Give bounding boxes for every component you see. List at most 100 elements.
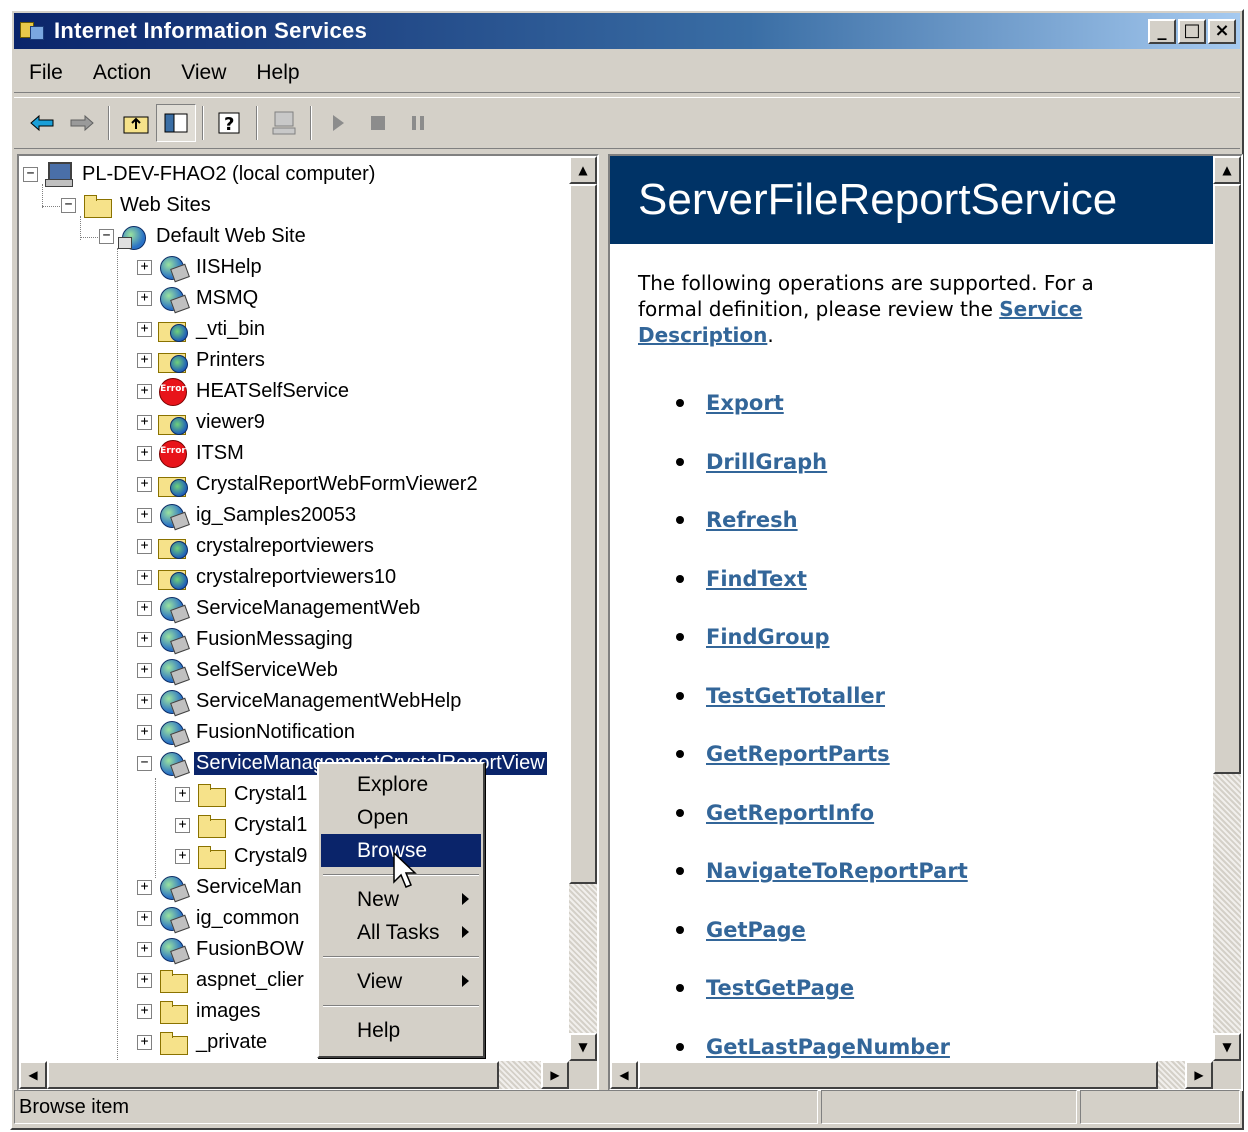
menu-item-help[interactable]: Help <box>321 1014 481 1047</box>
scroll-thumb[interactable] <box>569 184 597 884</box>
operation-link-getlastpagenumber[interactable]: GetLastPageNumber <box>706 1035 950 1059</box>
tree-node-web-sites[interactable]: − Web Sites <box>61 190 213 220</box>
scroll-left-icon[interactable]: ◀ <box>610 1061 638 1089</box>
tree-node-ig-samples20053[interactable]: + ig_Samples20053 <box>137 500 358 530</box>
scroll-thumb[interactable] <box>638 1061 1158 1089</box>
tree-node-iishelp[interactable]: + IISHelp <box>137 252 264 282</box>
tree-node-heatselfservice[interactable]: +HEATSelfService <box>137 376 351 406</box>
scroll-down-icon[interactable]: ▼ <box>1213 1033 1241 1061</box>
maximize-button[interactable]: □ <box>1178 18 1206 44</box>
tree-node-servicemanagementwebhelp[interactable]: + ServiceManagementWebHelp <box>137 686 463 716</box>
expand-icon[interactable]: + <box>137 445 152 461</box>
operation-link-drillgraph[interactable]: DrillGraph <box>706 450 827 474</box>
scroll-left-icon[interactable]: ◀ <box>19 1061 47 1089</box>
scroll-thumb[interactable] <box>47 1061 499 1089</box>
up-folder-icon[interactable] <box>116 104 156 142</box>
back-arrow-icon[interactable] <box>22 104 62 142</box>
scroll-thumb[interactable] <box>1213 184 1241 774</box>
operation-link-refresh[interactable]: Refresh <box>706 508 798 532</box>
expand-icon[interactable]: + <box>175 817 190 833</box>
tree-node-private[interactable]: + _private <box>137 1027 269 1057</box>
operation-link-testgettotaller[interactable]: TestGetTotaller <box>706 684 885 708</box>
expand-icon[interactable]: + <box>137 662 152 678</box>
tree-view[interactable]: − PL-DEV-FHAO2 (local computer) − Web Si… <box>19 156 571 1063</box>
operation-link-getpage[interactable]: GetPage <box>706 918 806 942</box>
expand-icon[interactable]: + <box>137 321 152 337</box>
tree-node-fusionbow[interactable]: + FusionBOW <box>137 934 306 964</box>
tree-node-selfserviceweb[interactable]: + SelfServiceWeb <box>137 655 340 685</box>
tree-node-crystal1-a[interactable]: + Crystal1 <box>175 779 309 809</box>
close-button[interactable]: × <box>1208 18 1236 44</box>
help-icon[interactable]: ? <box>210 104 250 142</box>
tree-node-root[interactable]: − PL-DEV-FHAO2 (local computer) <box>23 159 377 189</box>
menu-file[interactable]: File <box>14 61 78 85</box>
menu-item-explore[interactable]: Explore <box>321 768 481 801</box>
title-bar[interactable]: Internet Information Services _ □ × <box>14 13 1240 49</box>
expand-icon[interactable]: + <box>137 507 152 523</box>
tree-node-fusionnotification[interactable]: + FusionNotification <box>137 717 357 747</box>
tree-node-aspnet-client[interactable]: + aspnet_clier <box>137 965 306 995</box>
collapse-icon[interactable]: − <box>23 166 38 182</box>
tree-node-servicemanagementweb[interactable]: + ServiceManagementWeb <box>137 593 422 623</box>
minimize-button[interactable]: _ <box>1148 18 1176 44</box>
tree-node-msmq[interactable]: + MSMQ <box>137 283 260 313</box>
expand-icon[interactable]: + <box>137 972 152 988</box>
tree-node-default-web-site[interactable]: − Default Web Site <box>99 221 308 251</box>
operation-link-getreportinfo[interactable]: GetReportInfo <box>706 801 874 825</box>
expand-icon[interactable]: + <box>137 414 152 430</box>
tree-horizontal-scrollbar[interactable]: ◀ ▶ <box>19 1061 569 1089</box>
menu-help[interactable]: Help <box>241 61 314 85</box>
expand-icon[interactable]: + <box>137 352 152 368</box>
tree-vertical-scrollbar[interactable]: ▲ ▼ <box>569 156 597 1061</box>
expand-icon[interactable]: + <box>137 941 152 957</box>
scroll-up-icon[interactable]: ▲ <box>1213 156 1241 184</box>
expand-icon[interactable]: + <box>137 538 152 554</box>
play-icon[interactable] <box>318 104 358 142</box>
tree-node-viewer9[interactable]: + viewer9 <box>137 407 267 437</box>
stop-icon[interactable] <box>358 104 398 142</box>
content-vertical-scrollbar[interactable]: ▲ ▼ <box>1213 156 1241 1061</box>
scroll-right-icon[interactable]: ▶ <box>1185 1061 1213 1089</box>
menu-view[interactable]: View <box>166 61 241 85</box>
scroll-down-icon[interactable]: ▼ <box>569 1033 597 1061</box>
expand-icon[interactable]: + <box>137 569 152 585</box>
operation-link-navigatetoreportpart[interactable]: NavigateToReportPart <box>706 859 968 883</box>
menu-item-all-tasks[interactable]: All Tasks <box>321 916 481 949</box>
tree-node-crystalreportviewers[interactable]: + crystalreportviewers <box>137 531 376 561</box>
content-horizontal-scrollbar[interactable]: ◀ ▶ <box>610 1061 1213 1089</box>
menu-action[interactable]: Action <box>78 61 166 85</box>
expand-icon[interactable]: + <box>137 476 152 492</box>
expand-icon[interactable]: + <box>137 1034 152 1050</box>
scroll-up-icon[interactable]: ▲ <box>569 156 597 184</box>
operation-link-getreportparts[interactable]: GetReportParts <box>706 742 890 766</box>
expand-icon[interactable]: + <box>137 290 152 306</box>
expand-icon[interactable]: + <box>137 879 152 895</box>
menu-item-open[interactable]: Open <box>321 801 481 834</box>
operation-link-testgetpage[interactable]: TestGetPage <box>706 976 854 1000</box>
expand-icon[interactable]: + <box>137 259 152 275</box>
tree-node-itsm[interactable]: +ITSM <box>137 438 246 468</box>
forward-arrow-icon[interactable] <box>62 104 102 142</box>
collapse-icon[interactable]: − <box>61 197 76 213</box>
computer-icon[interactable] <box>264 104 304 142</box>
expand-icon[interactable]: + <box>137 600 152 616</box>
tree-node-crystalreportviewers10[interactable]: + crystalreportviewers10 <box>137 562 398 592</box>
tree-node-ig-common[interactable]: + ig_common <box>137 903 301 933</box>
operation-link-export[interactable]: Export <box>706 391 784 415</box>
tree-node-vti-bin[interactable]: + _vti_bin <box>137 314 267 344</box>
expand-icon[interactable]: + <box>175 848 190 864</box>
tree-node-serviceman[interactable]: + ServiceMan <box>137 872 304 902</box>
tree-node-crystal1-b[interactable]: + Crystal1 <box>175 810 309 840</box>
tree-node-crystalreportwebformviewer2[interactable]: + CrystalReportWebFormViewer2 <box>137 469 480 499</box>
tree-node-printers[interactable]: + Printers <box>137 345 267 375</box>
collapse-icon[interactable]: − <box>99 228 114 244</box>
collapse-icon[interactable]: − <box>137 755 152 771</box>
pause-icon[interactable] <box>398 104 438 142</box>
expand-icon[interactable]: + <box>137 724 152 740</box>
tree-node-crystal9[interactable]: + Crystal9 <box>175 841 309 871</box>
operation-link-findgroup[interactable]: FindGroup <box>706 625 830 649</box>
tree-node-images[interactable]: + images <box>137 996 262 1026</box>
expand-icon[interactable]: + <box>137 910 152 926</box>
expand-icon[interactable]: + <box>137 1003 152 1019</box>
expand-icon[interactable]: + <box>175 786 190 802</box>
